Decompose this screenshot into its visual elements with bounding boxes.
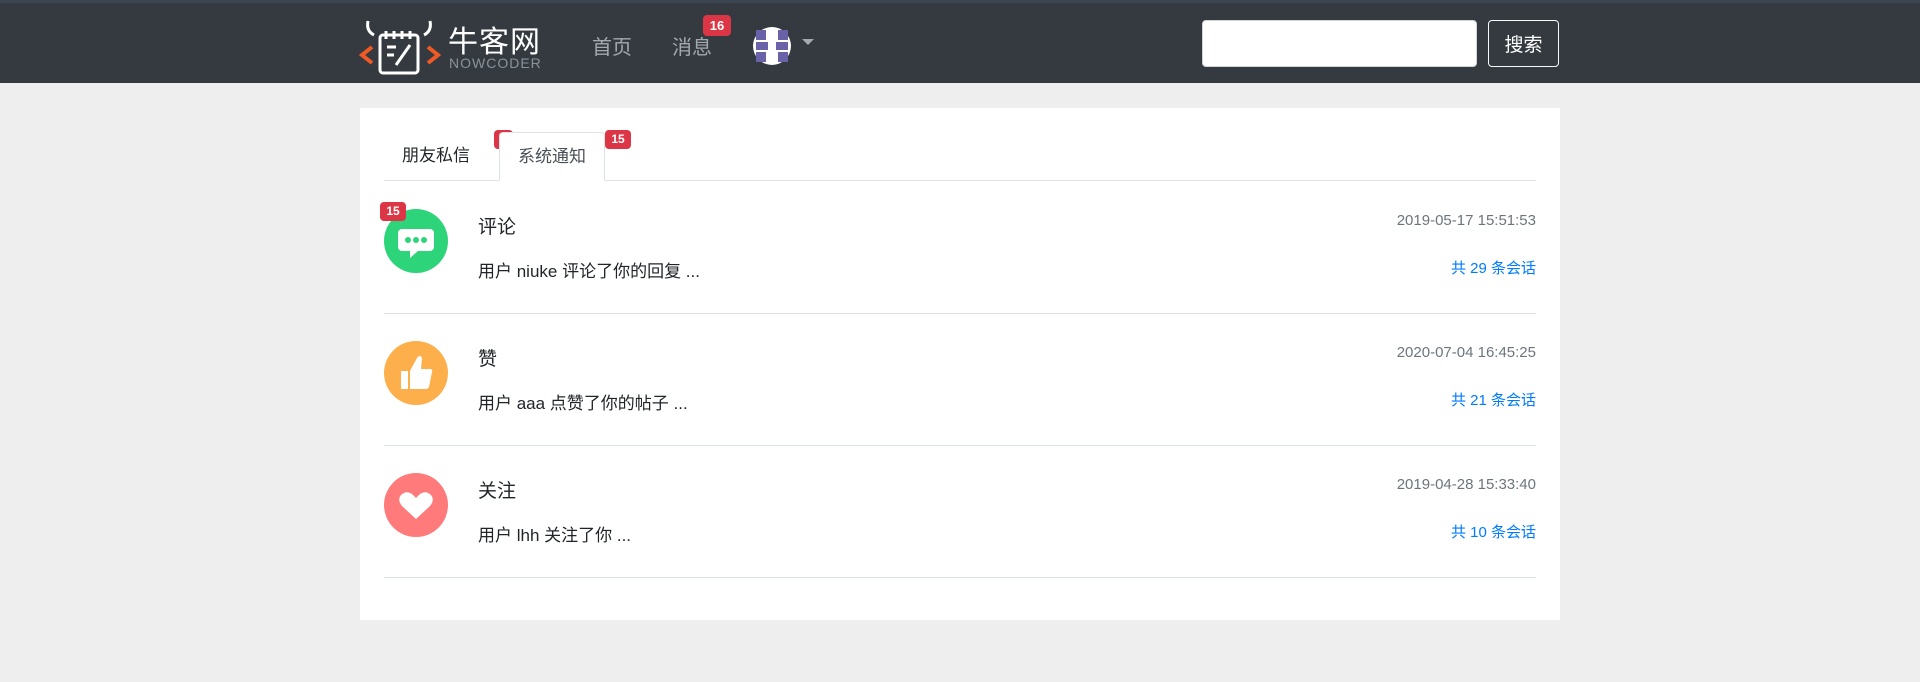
chevron-down-icon [802,39,814,45]
notice-title: 关注 [478,481,517,502]
notice-summary: 用户 niuke 评论了你的回复 ... [478,262,700,281]
heart-icon [384,473,448,537]
notice-summary: 用户 lhh 关注了你 ... [478,526,632,545]
notice-time: 2020-07-04 16:45:25 [1396,344,1536,361]
notice-card: 朋友私信 1 系统通知 15 15 评论 用户 niuke 评论了你的回复 ..… [360,108,1560,620]
notice-title: 赞 [478,349,498,370]
thumbs-up-icon [384,341,448,405]
tab-label: 朋友私信 [402,146,470,165]
brand-subtitle: NOWCODER [449,55,542,71]
notice-unread-badge: 15 [380,202,406,221]
nav-home-link[interactable]: 首页 [592,31,632,60]
notice-title: 评论 [478,217,517,238]
tab-label: 系统通知 [518,147,586,166]
message-tabs: 朋友私信 1 系统通知 15 [384,130,1536,181]
user-avatar-icon [753,27,791,65]
tab-system-notices[interactable]: 系统通知 [499,132,605,181]
notice-count-link[interactable]: 共 21 条会话 [1451,389,1536,410]
notice-summary: 用户 aaa 点赞了你的帖子 ... [478,394,688,413]
system-notices-badge: 15 [605,130,631,149]
search-input[interactable] [1202,20,1477,67]
top-navbar: 牛客网 NOWCODER 首页 消息 16 搜索 [0,0,1920,83]
search-button[interactable]: 搜索 [1488,20,1559,67]
site-logo[interactable]: 牛客网 NOWCODER [358,17,548,75]
notice-time: 2019-04-28 15:33:40 [1396,476,1536,493]
notice-item-follow[interactable]: 关注 用户 lhh 关注了你 ... 2019-04-28 15:33:40 共… [384,445,1536,578]
user-menu-toggle[interactable] [752,26,822,66]
notice-count-link[interactable]: 共 29 条会话 [1451,257,1536,278]
notice-count-link[interactable]: 共 10 条会话 [1451,521,1536,542]
notice-item-comment[interactable]: 15 评论 用户 niuke 评论了你的回复 ... 2019-05-17 15… [380,181,1536,314]
notice-item-like[interactable]: 赞 用户 aaa 点赞了你的帖子 ... 2020-07-04 16:45:25… [384,313,1536,446]
logo-icon [358,20,442,75]
messages-unread-badge: 16 [703,15,731,36]
notice-time: 2019-05-17 15:51:53 [1396,212,1536,229]
tab-friend-messages[interactable]: 朋友私信 [384,132,488,180]
